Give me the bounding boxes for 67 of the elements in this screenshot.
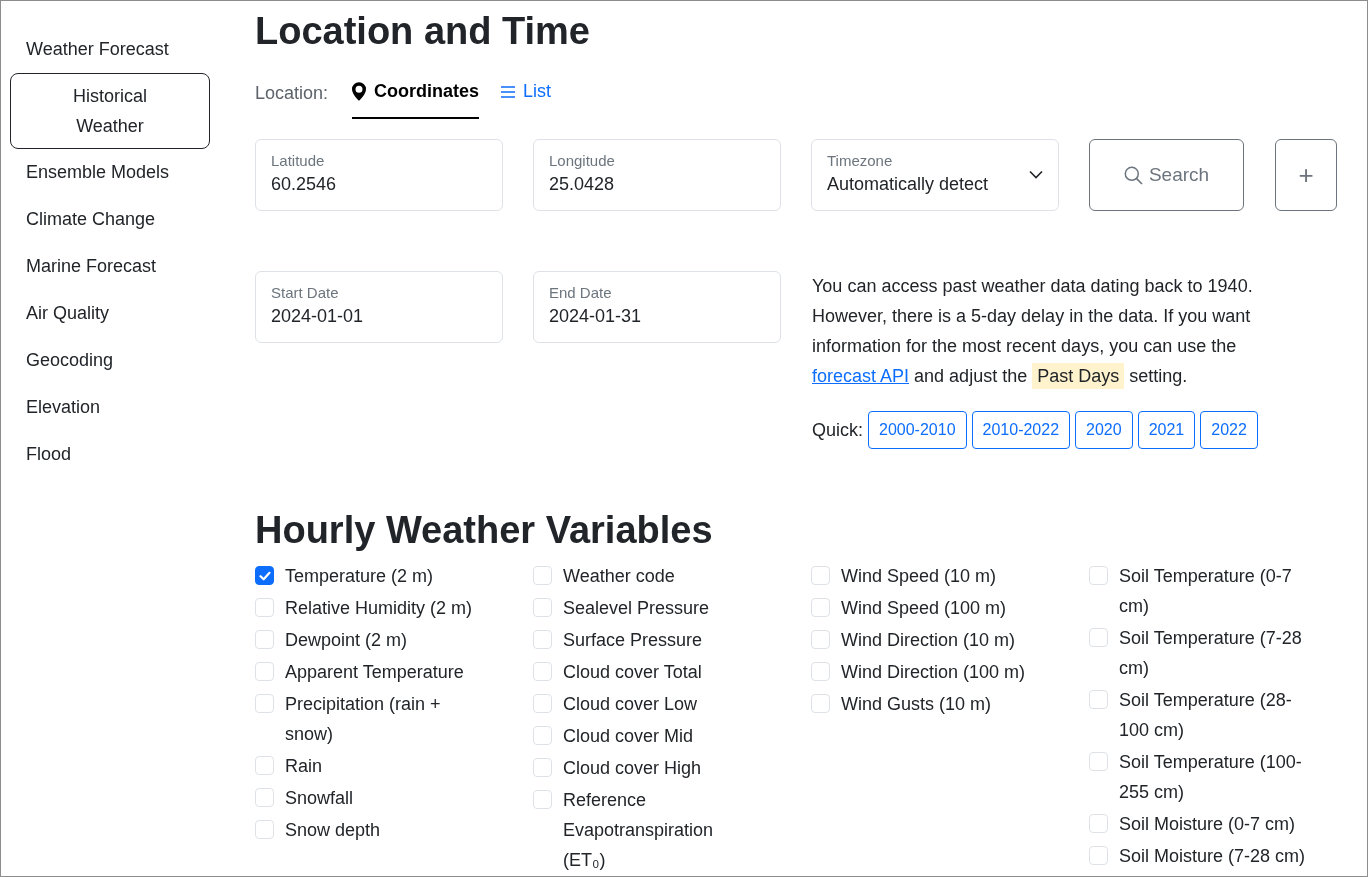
year-range-button[interactable]: 2000-2010 [868,411,967,449]
checkbox-label: Rain [285,755,323,778]
nav-link[interactable]: Marine Forecast [10,243,210,290]
field-label: Timezone [827,151,894,171]
field-label: Longitude [549,151,615,171]
checkbox-label: Cloud cover Low [563,693,698,716]
check-icon [258,570,271,581]
checkbox-label: Cloud cover High [563,757,702,780]
nav-link[interactable]: Weather Forecast [10,26,210,73]
year-range-button[interactable]: 2022 [1200,411,1258,449]
input-field[interactable]: Start Date 2024-01-01 [255,271,503,343]
list-icon [501,85,516,98]
input-field[interactable]: Latitude 60.2546 [255,139,503,211]
checkbox-label: Soil Temperature (100-255 cm) [1119,751,1303,804]
checkbox-label: Wind Speed (10 m) [841,565,997,588]
search-icon [1123,165,1143,185]
checkbox-label: Sealevel Pressure [563,597,710,620]
checkbox-label: Temperature (2 m) [285,565,434,588]
nav-link[interactable]: Flood [10,431,210,478]
year-range-button[interactable]: 2021 [1137,411,1196,449]
checkbox-label: Snow depth [285,819,381,842]
section-heading: Location and Time [255,9,591,54]
input-field[interactable]: End Date 2024-01-31 [533,271,781,343]
checkbox[interactable] [255,566,274,585]
checkbox-label: Apparent Temperature [285,661,464,684]
input-field[interactable]: Longitude 25.0428 [533,139,781,211]
checkbox-label: Wind Gusts (10 m) [841,693,992,716]
nav-link[interactable]: Elevation [10,384,210,431]
nav-link[interactable]: Climate Change [10,196,210,243]
location-label: Location: [255,81,329,105]
checkbox-label: Soil Temperature (28-100 cm) [1119,689,1293,742]
field-label: Start Date [271,283,340,303]
quick-label: Quick: [812,418,863,442]
checkbox-label: Wind Direction (100 m) [841,661,1026,684]
checkbox-label: Precipitation (rain + snow) [285,693,442,746]
location-tab[interactable]: Coordinates [352,67,480,119]
location-tab[interactable]: List [501,67,552,119]
section-heading: Hourly Weather Variables [255,508,714,553]
checkbox-label: Dewpoint (2 m) [285,629,408,652]
nav-link[interactable]: Ensemble Models [10,149,210,196]
map-pin-icon [352,82,367,101]
field-label: Latitude [271,151,326,171]
checkbox-label: Relative Humidity (2 m) [285,597,473,620]
chevron-icon [1029,170,1043,179]
checkbox-label: Cloud cover Mid [563,725,694,748]
add-button[interactable]: + [1275,139,1337,211]
nav-link[interactable]: Historical Weather [10,73,210,149]
year-range-button[interactable]: 2010-2022 [971,411,1071,449]
checkbox-label: Soil Moisture (0-7 cm) [1119,813,1296,836]
nav-link[interactable]: Geocoding [10,337,210,384]
checkbox-label: Soil Temperature (0-7 cm) [1119,565,1293,618]
checkbox-label: Surface Pressure [563,629,703,652]
checkbox-label: Snowfall [285,787,354,810]
checkbox-label: Soil Moisture (7-28 cm) [1119,845,1306,868]
select-field[interactable]: Timezone Automatically detect [811,139,1059,211]
checkbox-label: Wind Direction (10 m) [841,629,1016,652]
field-label: End Date [549,283,613,303]
checkbox-label: Weather code [563,565,675,588]
info-text: You can access past weather data dating back to 1940. However, there is a 5-day delay in the data. If you want information for the most recent days, you can use the forecast API and adjust the Past Days setting. [812,271,1264,391]
checkbox-label: Cloud cover Total [563,661,702,684]
nav-link[interactable]: Air Quality [10,290,210,337]
text-link[interactable]: forecast API [812,366,910,386]
year-range-button[interactable]: 2020 [1075,411,1133,449]
checkbox-label: Soil Temperature (7-28 cm) [1119,627,1303,680]
checkbox-label: Wind Speed (100 m) [841,597,1007,620]
search-button[interactable]: Search [1089,139,1244,211]
checkbox-label: Reference Evapotranspiration (ET₀) [563,789,715,872]
